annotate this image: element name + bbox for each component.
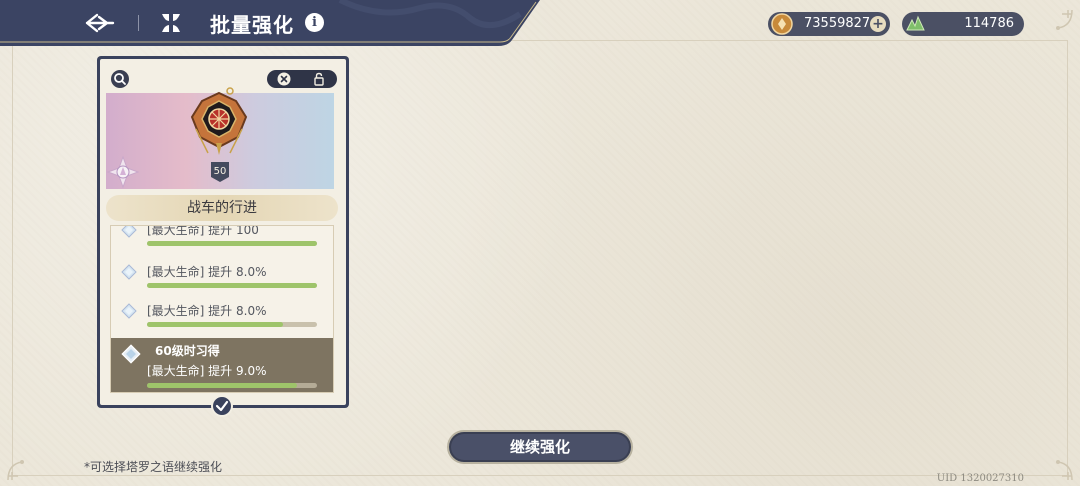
corner-ornament-bottom-left — [4, 450, 38, 484]
rarity-crystal-icon — [106, 155, 140, 189]
card-body: 50 战车的行进 [最大生命] 提升 100 [最大生命] 提升 8.0% [最… — [100, 59, 346, 405]
chariot-emblem-icon — [190, 87, 248, 155]
stat-text: [最大生命] 提升 8.0% — [147, 265, 267, 279]
stat-text: [最大生命] 提升 100 — [147, 225, 259, 237]
discard-icon[interactable] — [277, 72, 291, 86]
top-header-bar: 批量强化 i — [0, 0, 540, 46]
stone-amount: 114786 — [964, 16, 1014, 31]
stat-list[interactable]: [最大生命] 提升 100 [最大生命] 提升 8.0% [最大生命] 提升 8… — [110, 225, 334, 393]
header-divider — [138, 15, 139, 31]
uid-label: UID 1320027310 — [936, 473, 1024, 484]
gold-currency-display: 73559827 + — [768, 12, 890, 36]
stat-row: [最大生命] 提升 100 — [111, 225, 333, 256]
stat-row: [最大生命] 提升 8.0% — [111, 260, 333, 298]
back-arrow-icon — [85, 13, 115, 33]
add-gold-button[interactable]: + — [870, 16, 886, 32]
corner-ornament-bottom-right — [1042, 450, 1076, 484]
gold-amount: 73559827 — [804, 16, 871, 31]
stat-progress-bar — [147, 283, 317, 288]
check-mark-icon — [215, 400, 229, 412]
stone-currency-display: 114786 — [902, 12, 1024, 36]
info-icon[interactable]: i — [305, 13, 324, 32]
stat-progress-bar — [147, 322, 317, 327]
stat-text: [最大生命] 提升 9.0% — [147, 364, 267, 378]
tarot-card[interactable]: 50 战车的行进 [最大生命] 提升 100 [最大生命] 提升 8.0% [最… — [97, 56, 349, 408]
diamond-stat-icon — [121, 344, 141, 364]
stat-progress-fill — [147, 383, 297, 388]
card-name: 战车的行进 — [106, 195, 338, 221]
back-button[interactable] — [82, 9, 118, 37]
selected-check-icon[interactable] — [211, 395, 233, 417]
stat-row: [最大生命] 提升 8.0% — [111, 299, 333, 337]
grid-menu-icon[interactable] — [160, 12, 182, 34]
continue-enhance-button[interactable]: 继续强化 — [447, 430, 633, 464]
corner-ornament-top-right — [1042, 6, 1076, 40]
page-title: 批量强化 — [210, 13, 294, 37]
stat-progress-bar — [147, 241, 317, 246]
stat-progress-bar — [147, 383, 317, 388]
card-lock-controls — [267, 70, 337, 88]
stat-progress-fill — [147, 241, 317, 246]
green-crystal-icon — [906, 15, 925, 31]
diamond-stat-icon — [121, 264, 137, 280]
gold-coin-icon — [771, 13, 793, 35]
search-icon[interactable] — [110, 69, 130, 89]
diamond-stat-icon — [121, 303, 137, 319]
lock-icon[interactable] — [311, 71, 327, 87]
unlock-level-label: 60级时习得 — [155, 344, 220, 358]
stat-progress-fill — [147, 322, 283, 327]
diamond-stat-icon — [121, 226, 137, 238]
stat-text: [最大生命] 提升 8.0% — [147, 304, 267, 318]
stat-row-highlight: 60级时习得 [最大生命] 提升 9.0% — [111, 338, 333, 392]
stat-progress-fill — [147, 283, 317, 288]
footnote-text: *可选择塔罗之语继续强化 — [84, 460, 223, 474]
